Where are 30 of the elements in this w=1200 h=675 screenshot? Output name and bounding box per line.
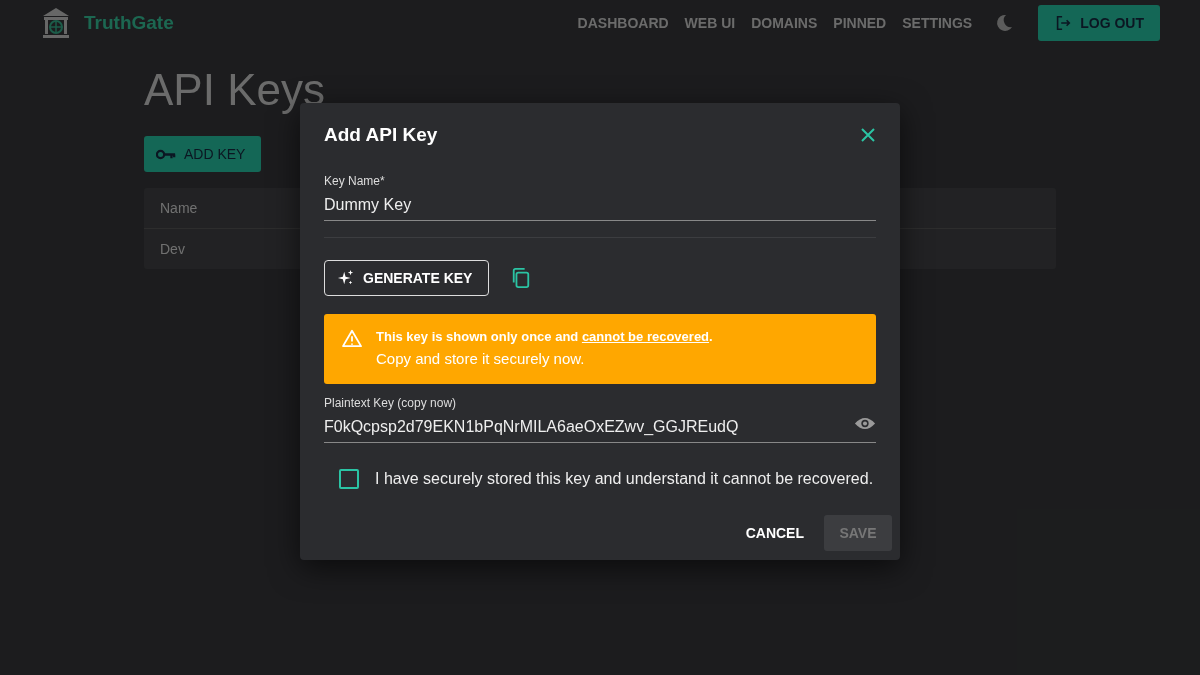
table-cell: Dev bbox=[160, 241, 185, 257]
confirm-checkbox[interactable] bbox=[339, 469, 359, 489]
nav-link[interactable]: DASHBOARD bbox=[577, 15, 669, 31]
sparkle-icon bbox=[337, 269, 355, 287]
nav-link[interactable]: SETTINGS bbox=[902, 15, 973, 31]
recovery-link[interactable]: cannot be recovered bbox=[581, 329, 710, 344]
moon-icon[interactable] bbox=[994, 13, 1015, 33]
nav-link[interactable]: WEB UI bbox=[684, 15, 736, 31]
add-key-button[interactable]: ADD KEY bbox=[144, 136, 262, 172]
confirm-label: I have securely stored this key and understand it cannot be recovered. bbox=[375, 470, 874, 488]
brand-name[interactable]: TruthGate bbox=[84, 12, 174, 34]
cancel-button[interactable]: CANCEL bbox=[737, 515, 812, 551]
warning-message: This key is shown only once and cannot be recovered. bbox=[376, 329, 713, 344]
dialog-title: Add API Key bbox=[324, 124, 438, 146]
nav-link[interactable]: DOMAINS bbox=[751, 15, 818, 31]
nav-link[interactable]: PINNED bbox=[833, 15, 887, 31]
warning-icon bbox=[342, 329, 362, 347]
bank-globe-icon bbox=[41, 7, 71, 39]
logout-button[interactable]: LOG OUT bbox=[1038, 5, 1160, 41]
generate-key-button[interactable]: GENERATE KEY bbox=[324, 260, 490, 296]
plaintext-key-field[interactable]: Plaintext Key (copy now) F0kQcpsp2d79EKN1bPqNrMILA6aeOxEZwv_GGJREudQ bbox=[324, 396, 876, 443]
page-title: API Keys bbox=[144, 64, 326, 116]
warning-instruction: Copy and store it securely now. bbox=[376, 350, 586, 367]
column-header: Name bbox=[160, 200, 198, 216]
copy-icon[interactable] bbox=[511, 267, 532, 289]
eye-icon[interactable] bbox=[854, 415, 876, 431]
close-icon[interactable] bbox=[860, 127, 876, 143]
key-icon bbox=[156, 148, 176, 160]
key-name-field[interactable]: Key Name* Dummy Key bbox=[324, 174, 876, 221]
logout-icon bbox=[1054, 14, 1073, 32]
